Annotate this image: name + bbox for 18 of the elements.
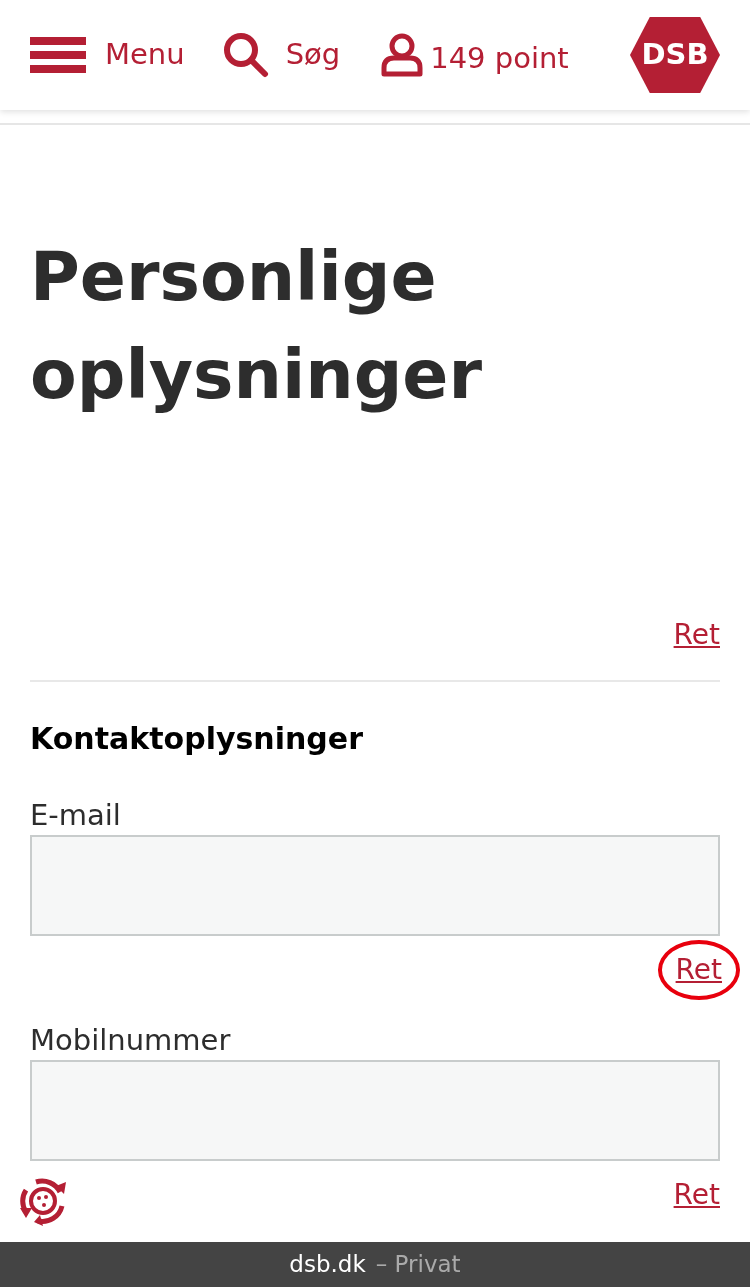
mode-label: – Privat — [375, 1250, 461, 1280]
field-label: E-mail — [30, 797, 122, 834]
search-label[interactable]: Søg — [285, 33, 341, 77]
section-heading: Kontaktoplysninger — [30, 720, 364, 758]
menu-icon[interactable] — [30, 35, 86, 75]
user-icon[interactable] — [380, 33, 425, 77]
search-icon[interactable] — [222, 32, 269, 78]
input-field[interactable] — [30, 835, 720, 936]
logo[interactable]: DSB — [630, 17, 720, 93]
edit-link[interactable]: Ret — [657, 940, 740, 1000]
edit-link[interactable]: Ret — [673, 614, 720, 656]
menu-label[interactable]: Menu — [105, 33, 185, 77]
edit-link[interactable]: Ret — [673, 1175, 720, 1215]
field-label: Mobilnummer — [30, 1022, 232, 1059]
page-title: Personlige oplysninger — [30, 236, 483, 416]
domain-label: dsb.dk — [289, 1250, 366, 1280]
input-field[interactable] — [30, 1060, 720, 1161]
points-label[interactable]: 149 point — [430, 37, 569, 81]
